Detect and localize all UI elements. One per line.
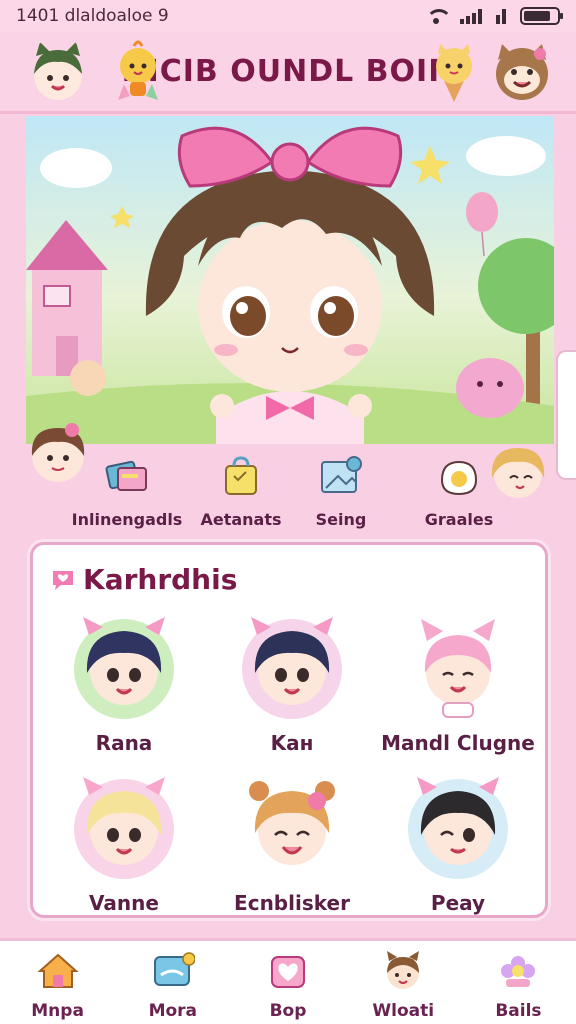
cards-icon <box>105 460 147 491</box>
card-title-text: Karhrdhis <box>83 563 238 596</box>
card-title: Karhrdhis <box>51 563 237 596</box>
cat-mascot-icon <box>34 42 82 100</box>
character-tile-1[interactable]: Kaн <box>207 611 377 761</box>
quick-action-3[interactable]: Graales <box>394 450 524 534</box>
character-name: Peay <box>430 891 486 915</box>
character-name: Mandl Clugne <box>381 731 535 755</box>
icecream-mascot-icon <box>436 44 472 102</box>
character-avatar <box>74 617 174 719</box>
hero-banner <box>26 116 554 444</box>
character-name: Ecnblisker <box>234 891 350 915</box>
nav-label: Wloati <box>372 1001 435 1021</box>
bag-icon <box>225 456 257 495</box>
character-tile-4[interactable]: Ecnblisker <box>207 771 377 921</box>
egg-icon <box>440 460 478 496</box>
character-avatar <box>421 619 495 718</box>
status-time: 1401 dlaldoaloe 9 <box>16 6 169 26</box>
nav-label: Bails <box>495 1001 542 1021</box>
quick-action-2[interactable]: Seing <box>276 450 406 534</box>
nav-label: Mnpa <box>31 1001 84 1021</box>
home-icon <box>36 953 79 988</box>
character-name: Vanne <box>89 891 159 915</box>
nav-item-friends[interactable]: Wloati <box>346 941 461 1024</box>
bottom-nav: Mnpa Mora Bop Wloati Bails <box>0 938 576 1024</box>
signal-icon <box>460 8 482 24</box>
battery-icon <box>520 7 563 25</box>
hero-illustration <box>26 126 554 444</box>
nav-label: Mora <box>148 1001 198 1021</box>
character-avatar <box>249 781 335 865</box>
wifi-icon <box>426 9 452 24</box>
character-avatar <box>408 777 508 879</box>
character-tile-0[interactable]: Rana <box>39 611 209 761</box>
chat-icon <box>153 952 196 986</box>
character-tile-2[interactable]: Mandl Clugne <box>373 611 543 761</box>
cat-face-icon <box>387 951 420 989</box>
nav-item-home[interactable]: Mnpa <box>0 941 115 1024</box>
status-icons <box>426 7 563 25</box>
quick-action-label: Seing <box>315 510 367 529</box>
nav-label: Bop <box>269 1001 307 1021</box>
signal-icon-2 <box>496 8 506 24</box>
nav-item-shop[interactable]: Bop <box>230 941 345 1024</box>
quick-action-label: Inlinengadls <box>71 510 183 529</box>
nav-item-more[interactable]: Bails <box>461 941 576 1024</box>
character-avatar <box>242 617 342 719</box>
character-tile-3[interactable]: Vanne <box>39 771 209 921</box>
character-name: Kaн <box>270 731 314 755</box>
shop-heart-icon <box>271 956 305 988</box>
quick-action-label: Graales <box>424 510 494 529</box>
character-avatar <box>74 777 174 879</box>
quick-action-0[interactable]: Inlinengadls <box>62 450 192 534</box>
status-bar: 1401 dlaldoaloe 9 <box>0 0 576 32</box>
dog-mascot-icon <box>496 44 548 100</box>
flower-icon <box>501 956 536 987</box>
character-name: Rana <box>95 731 153 755</box>
chick-mascot-icon <box>118 40 158 100</box>
nav-item-chat[interactable]: Mora <box>115 941 230 1024</box>
character-tile-5[interactable]: Peay <box>373 771 543 921</box>
heart-icon <box>53 570 73 590</box>
quick-actions-row: Inlinengadls Aetanats Seing Graales <box>0 423 576 540</box>
characters-card: Karhrdhis Rana Kaн Mandl Clugne Vanne Ec… <box>30 542 548 918</box>
photo-icon <box>321 456 362 493</box>
app-header: DICIB OUNDL BOIN <box>0 32 576 114</box>
